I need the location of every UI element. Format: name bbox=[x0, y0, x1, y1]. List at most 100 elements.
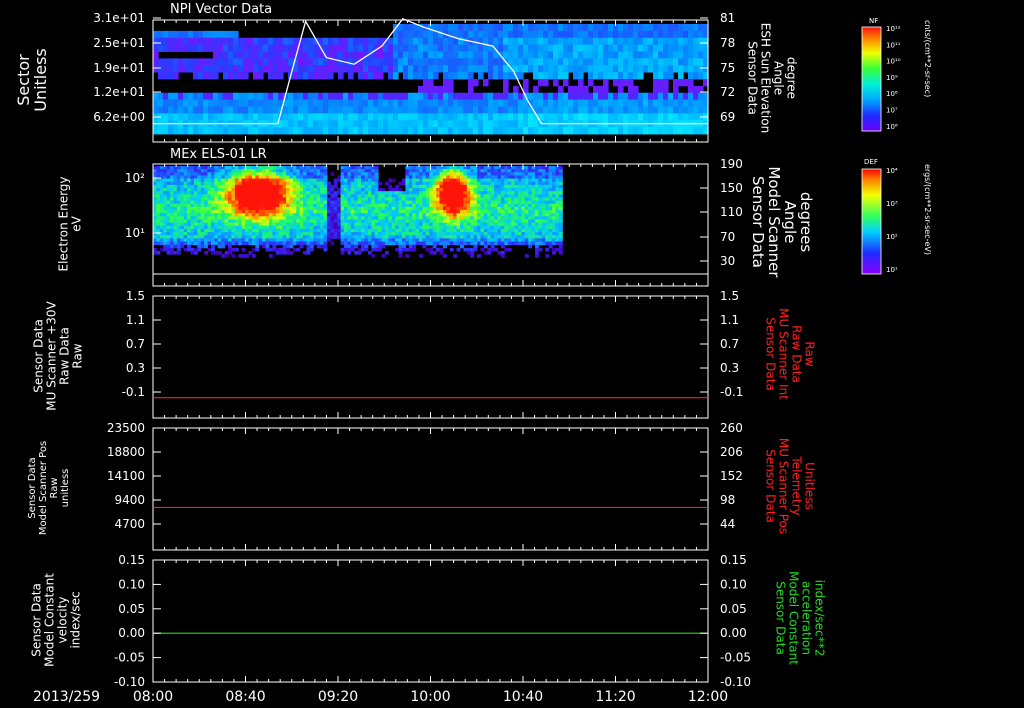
heatmap-cell bbox=[353, 51, 359, 59]
heatmap-cell bbox=[643, 37, 649, 46]
heatmap-cell bbox=[453, 232, 458, 236]
plot-frame bbox=[152, 295, 709, 419]
heatmap-cell bbox=[354, 166, 359, 170]
heatmap-cell bbox=[354, 238, 359, 243]
heatmap-cell bbox=[448, 58, 454, 66]
heatmap-cell bbox=[309, 175, 314, 180]
heatmap-cell bbox=[361, 203, 365, 208]
heatmap-cell bbox=[347, 169, 352, 173]
heatmap-cell bbox=[361, 238, 365, 243]
heatmap-cell bbox=[316, 232, 321, 236]
heatmap-cell bbox=[504, 166, 509, 170]
heatmap-cell bbox=[453, 169, 458, 173]
heatmap-cell bbox=[245, 178, 250, 183]
heatmap-cell bbox=[337, 219, 342, 224]
heatmap-cell bbox=[363, 58, 369, 66]
heatmap-cell bbox=[408, 72, 414, 80]
heatmap-cell bbox=[477, 222, 481, 227]
heatmap-cell bbox=[367, 228, 372, 233]
heatmap-cell bbox=[418, 58, 424, 66]
heatmap-cell bbox=[350, 206, 355, 211]
heatmap-cell bbox=[412, 200, 417, 205]
heatmap-cell bbox=[200, 194, 205, 198]
heatmap-cell bbox=[371, 188, 376, 192]
heatmap-cell bbox=[367, 238, 372, 243]
heatmap-cell bbox=[318, 92, 324, 101]
heatmap-cell bbox=[340, 172, 345, 176]
heatmap-cell bbox=[548, 30, 554, 39]
heatmap-cell bbox=[258, 216, 263, 220]
heatmap-cell bbox=[446, 172, 451, 176]
heatmap-cell bbox=[245, 254, 250, 258]
heatmap-cell bbox=[183, 203, 188, 208]
heatmap-cell bbox=[487, 200, 492, 205]
heatmap-cell bbox=[391, 238, 396, 243]
heatmap-cell bbox=[563, 58, 569, 66]
heatmap-cell bbox=[258, 106, 264, 114]
heatmap-cell bbox=[408, 178, 413, 183]
heatmap-cell bbox=[395, 213, 400, 217]
heatmap-cell bbox=[251, 241, 256, 246]
heatmap-cell bbox=[473, 197, 478, 202]
heatmap-cell bbox=[405, 200, 410, 205]
heatmap-cell bbox=[241, 197, 246, 202]
heatmap-cell bbox=[204, 210, 209, 214]
heatmap-cell bbox=[422, 213, 427, 217]
heatmap-cell bbox=[490, 225, 495, 230]
heatmap-cell bbox=[361, 213, 365, 217]
heatmap-cell bbox=[533, 24, 539, 32]
heatmap-cell bbox=[458, 127, 464, 135]
heatmap-cell bbox=[408, 219, 413, 224]
heatmap-cell bbox=[344, 178, 348, 183]
heatmap-cell bbox=[340, 197, 345, 202]
heatmap-cell bbox=[241, 175, 246, 180]
heatmap-cell bbox=[213, 106, 219, 114]
heatmap-cell bbox=[693, 24, 699, 32]
heatmap-cell bbox=[678, 51, 684, 59]
heatmap-cell bbox=[234, 241, 239, 246]
heatmap-cell bbox=[357, 197, 362, 202]
heatmap-cell bbox=[347, 238, 352, 243]
heatmap-cell bbox=[333, 235, 338, 239]
heatmap-cell bbox=[412, 166, 417, 170]
heatmap-cell bbox=[180, 210, 185, 214]
y2-label-line: Raw Data bbox=[790, 325, 804, 383]
heatmap-cell bbox=[298, 92, 304, 101]
heatmap-cell bbox=[153, 44, 159, 52]
heatmap-cell bbox=[488, 51, 494, 59]
heatmap-cell bbox=[552, 194, 556, 198]
heatmap-cell bbox=[517, 184, 522, 189]
heatmap-cell bbox=[391, 241, 396, 246]
heatmap-cell bbox=[408, 169, 413, 173]
heatmap-cell bbox=[180, 228, 185, 233]
heatmap-cell bbox=[374, 213, 379, 217]
heatmap-cell bbox=[638, 24, 644, 32]
heatmap-cell bbox=[466, 241, 471, 246]
heatmap-cell bbox=[303, 213, 307, 217]
heatmap-cell bbox=[507, 200, 512, 205]
heatmap-cell bbox=[395, 235, 400, 239]
heatmap-cell bbox=[623, 113, 629, 121]
heatmap-cell bbox=[316, 238, 321, 243]
heatmap-cell bbox=[405, 225, 410, 230]
heatmap-cell bbox=[408, 51, 414, 59]
heatmap-cell bbox=[538, 241, 543, 246]
heatmap-cell bbox=[173, 44, 179, 52]
heatmap-cell bbox=[228, 65, 234, 73]
heatmap-cell bbox=[200, 188, 205, 192]
heatmap-cell bbox=[251, 232, 256, 236]
heatmap-cell bbox=[221, 200, 226, 205]
heatmap-cell bbox=[388, 51, 394, 59]
heatmap-cell bbox=[555, 194, 560, 198]
heatmap-cell bbox=[553, 79, 559, 87]
heatmap-cell bbox=[497, 206, 502, 211]
heatmap-cell bbox=[446, 191, 451, 195]
heatmap-cell bbox=[398, 106, 404, 114]
heatmap-cell bbox=[507, 216, 512, 220]
heatmap-cell bbox=[289, 250, 294, 255]
y2-label-line: acceleration bbox=[800, 581, 814, 655]
heatmap-cell bbox=[303, 206, 307, 211]
heatmap-cell bbox=[207, 238, 212, 243]
heatmap-cell bbox=[531, 175, 536, 180]
y-tick-label: 1.5 bbox=[126, 289, 145, 303]
